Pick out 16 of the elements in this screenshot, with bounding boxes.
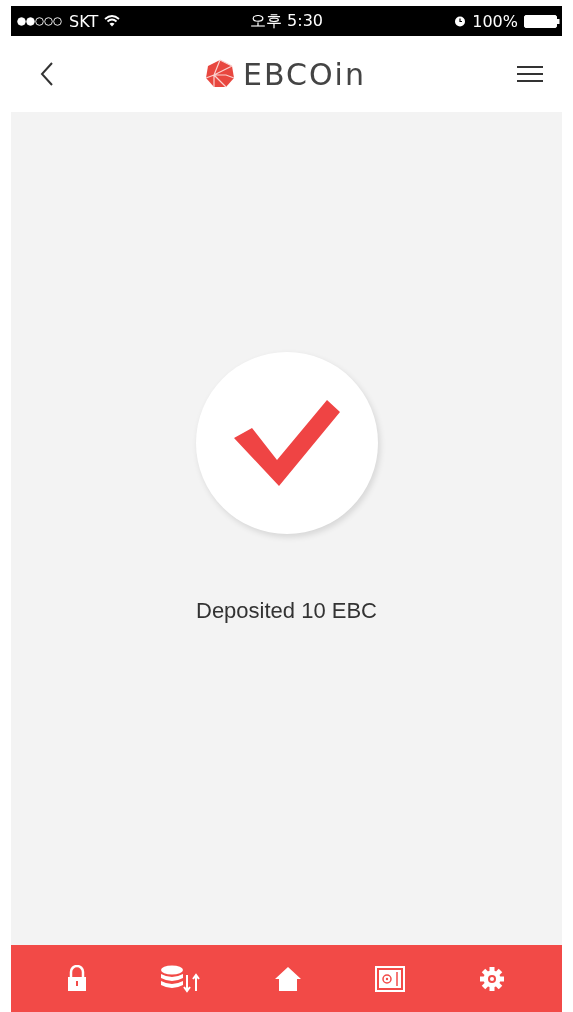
back-icon	[39, 61, 55, 87]
home-icon	[274, 965, 303, 992]
battery-icon	[524, 14, 560, 28]
battery-percent: 100%	[472, 11, 518, 31]
menu-icon	[516, 64, 544, 84]
coins-transfer-icon	[159, 964, 202, 993]
signal-icon	[17, 16, 63, 26]
settings-icon	[477, 964, 506, 993]
logo-text: EBCOin	[243, 56, 366, 92]
carrier-name: SKT	[69, 11, 99, 31]
lock-icon	[67, 965, 88, 992]
deposit-message: Deposited 10 EBC	[196, 598, 377, 624]
logo-icon	[205, 59, 236, 89]
clock-time: 오후 5:30	[250, 10, 323, 32]
wifi-icon	[104, 15, 121, 27]
safe-icon	[375, 965, 406, 992]
